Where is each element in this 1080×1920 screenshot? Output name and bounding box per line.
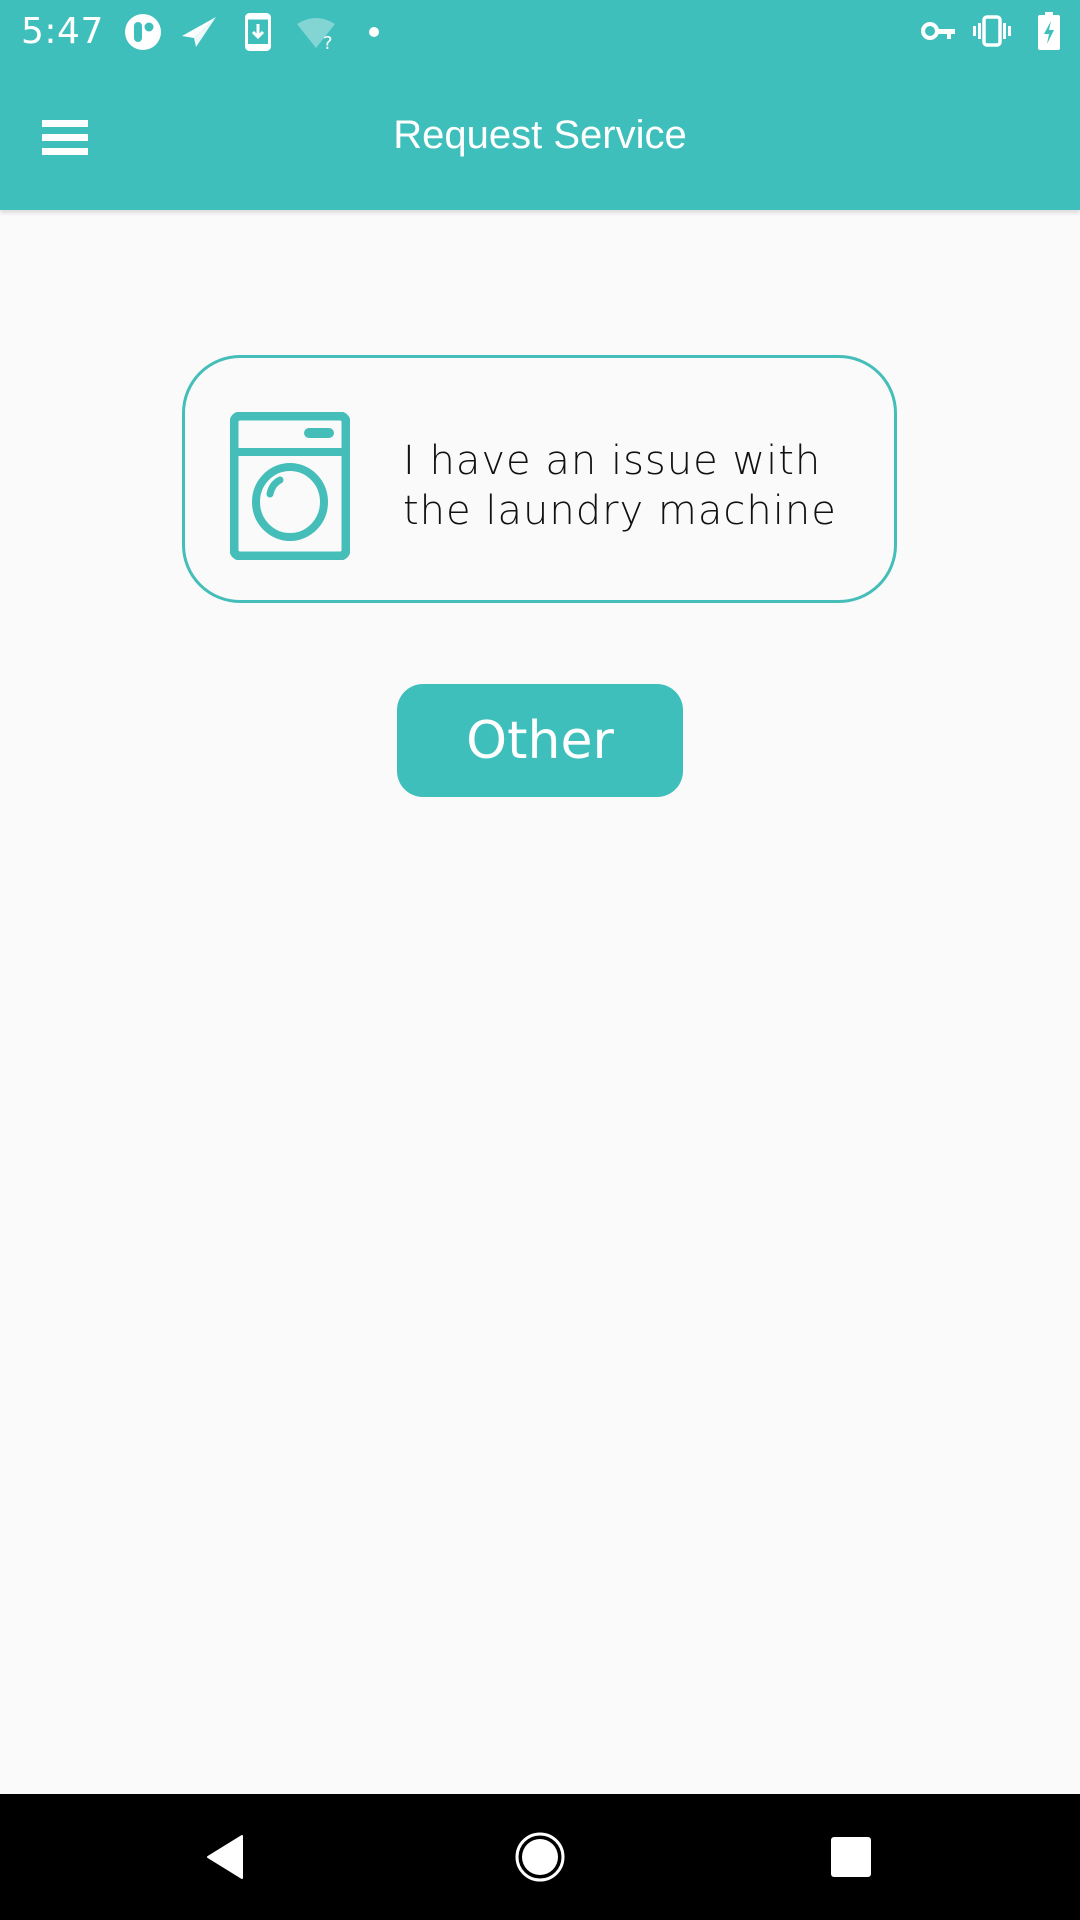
back-button[interactable] [204,1834,246,1880]
page-title: Request Service [393,113,687,157]
washing-machine-icon [230,412,350,560]
home-button[interactable] [515,1832,565,1882]
send-icon [182,17,216,47]
app-bar: Request Service [0,63,1080,210]
vibrate-icon [973,15,1011,47]
navigation-bar [0,1794,1080,1920]
svg-text:?: ? [323,33,333,50]
vpn-key-icon [921,22,955,40]
other-button[interactable]: Other [397,684,683,797]
battery-charging-icon [1038,12,1060,50]
recents-button[interactable] [831,1837,871,1877]
notification-dot-icon [369,27,379,37]
wifi-unknown-icon: ? [297,18,335,50]
status-bar: 5:47 ? [0,0,1080,63]
laundry-issue-option[interactable]: I have an issue with the laundry machine [182,355,897,603]
download-icon [245,13,271,51]
status-time: 5:47 [21,11,104,52]
app-logo-icon [125,14,161,50]
laundry-issue-label: I have an issue with the laundry machine [403,438,837,534]
